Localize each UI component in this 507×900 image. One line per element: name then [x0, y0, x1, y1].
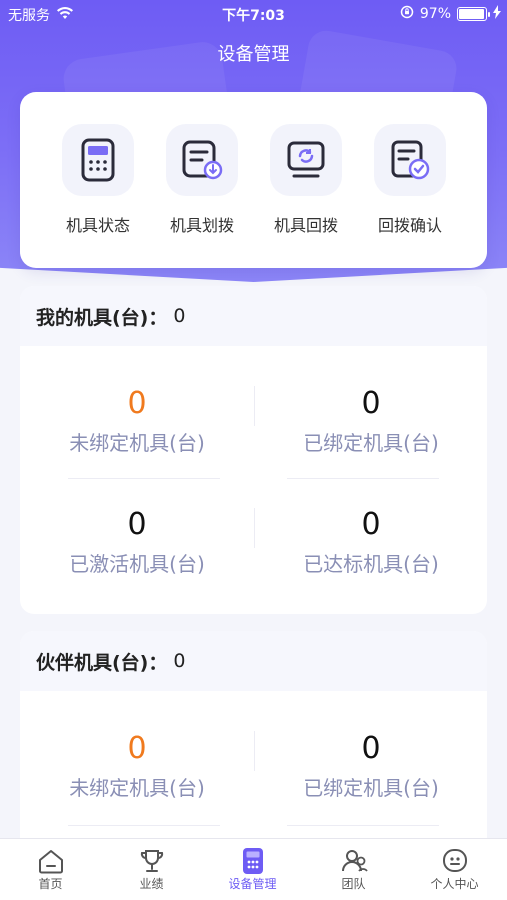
stat-bound[interactable]: 0 已绑定机具(台)	[254, 731, 487, 801]
charging-icon	[493, 5, 501, 23]
my-devices-card: 我的机具(台)： 0 0 未绑定机具(台) 0 已绑定机具(台) 0 已激活机具…	[20, 286, 487, 614]
quick-action-transfer[interactable]: 机具划拨	[152, 124, 252, 236]
stat-value: 0	[127, 731, 147, 766]
battery-icon	[457, 7, 490, 21]
return-monitor-icon	[270, 124, 342, 196]
stat-value: 0	[361, 731, 381, 766]
stat-label: 已绑定机具(台)	[303, 431, 439, 455]
tab-label: 首页	[38, 877, 63, 891]
tab-label: 团队	[341, 877, 366, 891]
calculator-icon	[62, 124, 134, 196]
partner-devices-card: 伙伴机具(台)： 0 0 未绑定机具(台) 0 已绑定机具(台)	[20, 631, 487, 861]
divider	[254, 731, 255, 771]
stat-bound[interactable]: 0 已绑定机具(台)	[254, 386, 487, 456]
divider	[287, 478, 439, 479]
stat-value: 0	[361, 386, 381, 421]
divider	[68, 825, 220, 826]
tab-profile[interactable]: 个人中心	[404, 847, 505, 892]
quick-action-label: 机具回拨	[273, 216, 338, 235]
quick-actions-card: 机具状态 机具划拨 机具回拨 回拨确认	[20, 92, 487, 268]
divider	[287, 825, 439, 826]
partner-devices-title: 伙伴机具(台)：	[36, 651, 168, 674]
quick-action-label: 机具状态	[65, 216, 130, 235]
tab-label: 个人中心	[430, 877, 479, 891]
stat-qualified[interactable]: 0 已达标机具(台)	[254, 507, 487, 577]
home-icon	[0, 847, 101, 875]
page-title: 设备管理	[217, 44, 290, 65]
partner-devices-header: 伙伴机具(台)： 0	[20, 631, 487, 691]
quick-action-confirm[interactable]: 回拨确认	[360, 124, 460, 236]
tab-label: 业绩	[139, 877, 164, 891]
orientation-lock-icon	[400, 5, 414, 23]
my-devices-title: 我的机具(台)：	[36, 306, 168, 329]
calculator-icon	[202, 847, 303, 875]
my-devices-header: 我的机具(台)： 0	[20, 286, 487, 346]
stat-unbound[interactable]: 0 未绑定机具(台)	[20, 386, 254, 456]
tab-bar: 首页 业绩 设备管理 团队 个人中心	[0, 838, 507, 900]
quick-action-return[interactable]: 机具回拨	[256, 124, 356, 236]
tab-device-management[interactable]: 设备管理	[202, 847, 303, 892]
confirm-document-icon	[374, 124, 446, 196]
trophy-icon	[101, 847, 202, 875]
tab-performance[interactable]: 业绩	[101, 847, 202, 892]
quick-action-label: 回拨确认	[377, 216, 442, 235]
tab-home[interactable]: 首页	[0, 847, 101, 892]
status-bar: 无服务 下午7:03 97%	[0, 0, 507, 28]
quick-action-device-status[interactable]: 机具状态	[48, 124, 148, 236]
stat-value: 0	[127, 386, 147, 421]
tab-label: 设备管理	[228, 877, 277, 891]
partner-devices-total: 0	[173, 650, 186, 672]
stat-value: 0	[361, 507, 381, 542]
quick-action-label: 机具划拨	[169, 216, 234, 235]
stat-label: 已激活机具(台)	[69, 552, 205, 576]
stat-label: 已绑定机具(台)	[303, 776, 439, 800]
divider	[254, 508, 255, 548]
stat-label: 未绑定机具(台)	[69, 431, 205, 455]
tab-team[interactable]: 团队	[303, 847, 404, 892]
team-icon	[303, 847, 404, 875]
battery-percent: 97%	[419, 6, 451, 22]
stat-label: 未绑定机具(台)	[69, 776, 205, 800]
stat-value: 0	[127, 507, 147, 542]
transfer-out-icon	[166, 124, 238, 196]
stat-label: 已达标机具(台)	[303, 552, 439, 576]
my-devices-total: 0	[173, 305, 186, 327]
divider	[254, 386, 255, 426]
divider	[68, 478, 220, 479]
stat-activated[interactable]: 0 已激活机具(台)	[20, 507, 254, 577]
profile-icon	[404, 847, 505, 875]
stat-unbound[interactable]: 0 未绑定机具(台)	[20, 731, 254, 801]
